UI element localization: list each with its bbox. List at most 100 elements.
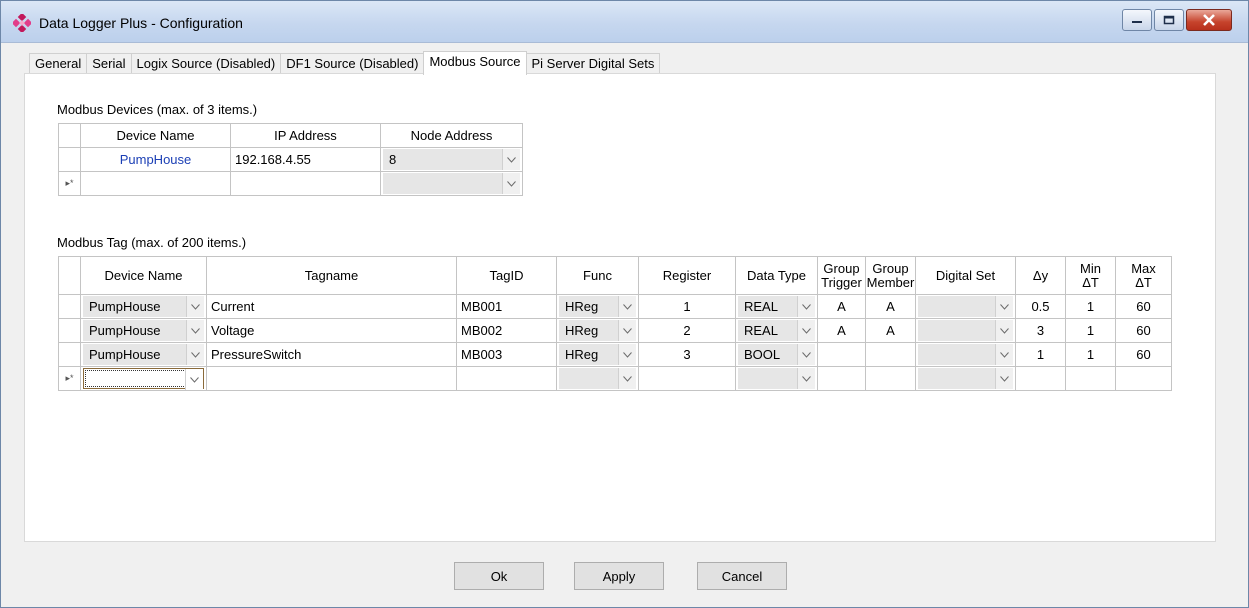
node-address-dropdown[interactable]: 8 [383, 149, 520, 170]
chevron-down-icon[interactable] [995, 368, 1013, 389]
device-name-cell[interactable] [80, 171, 231, 196]
max-dt-cell[interactable]: 60 [1115, 318, 1172, 343]
chevron-down-icon[interactable] [618, 368, 636, 389]
device-name-dropdown[interactable]: PumpHouse [83, 344, 204, 365]
new-row-marker[interactable]: ▸* [58, 366, 81, 391]
data-type-dropdown[interactable]: REAL [738, 320, 815, 341]
data-type-cell[interactable]: REAL [735, 294, 818, 319]
ip-address-cell[interactable]: 192.168.4.55 [230, 147, 381, 172]
device-name-dropdown[interactable] [83, 368, 204, 390]
data-type-cell[interactable]: BOOL [735, 342, 818, 367]
min-dt-cell[interactable] [1065, 366, 1116, 391]
chevron-down-icon[interactable] [186, 344, 204, 365]
data-type-cell[interactable] [735, 366, 818, 391]
device-name-cell[interactable] [80, 366, 207, 391]
digital-set-cell[interactable] [915, 318, 1016, 343]
digital-set-dropdown[interactable] [918, 296, 1013, 317]
chevron-down-icon[interactable] [797, 296, 815, 317]
tagid-cell[interactable]: MB003 [456, 342, 557, 367]
group-member-cell[interactable] [865, 342, 916, 367]
tab-df1-source[interactable]: DF1 Source (Disabled) [280, 53, 425, 75]
row-selector[interactable] [58, 318, 81, 343]
chevron-down-icon[interactable] [185, 369, 203, 390]
delta-y-cell[interactable] [1015, 366, 1066, 391]
device-name-cell[interactable]: PumpHouse [80, 318, 207, 343]
chevron-down-icon[interactable] [618, 320, 636, 341]
row-selector[interactable] [58, 294, 81, 319]
node-address-cell[interactable] [380, 171, 523, 196]
delta-y-cell[interactable]: 3 [1015, 318, 1066, 343]
group-member-cell[interactable]: A [865, 294, 916, 319]
data-type-cell[interactable]: REAL [735, 318, 818, 343]
tab-serial[interactable]: Serial [86, 53, 132, 75]
tagname-cell[interactable]: Voltage [206, 318, 457, 343]
chevron-down-icon[interactable] [502, 149, 520, 170]
chevron-down-icon[interactable] [618, 344, 636, 365]
column-header-node-address[interactable]: Node Address [380, 123, 523, 148]
device-name-dropdown[interactable]: PumpHouse [83, 296, 204, 317]
delta-y-cell[interactable]: 1 [1015, 342, 1066, 367]
digital-set-cell[interactable] [915, 366, 1016, 391]
data-type-dropdown[interactable]: BOOL [738, 344, 815, 365]
chevron-down-icon[interactable] [186, 320, 204, 341]
new-row-marker[interactable]: ▸* [58, 171, 81, 196]
column-header-data-type[interactable]: Data Type [735, 256, 818, 295]
digital-set-dropdown[interactable] [918, 320, 1013, 341]
column-header-max-dt[interactable]: Max ΔT [1115, 256, 1172, 295]
column-header-ip-address[interactable]: IP Address [230, 123, 381, 148]
tab-modbus-source[interactable]: Modbus Source [423, 51, 527, 75]
register-cell[interactable]: 3 [638, 342, 736, 367]
close-button[interactable] [1186, 9, 1232, 31]
minimize-button[interactable] [1122, 9, 1152, 31]
column-header-tagname[interactable]: Tagname [206, 256, 457, 295]
tagname-cell[interactable]: Current [206, 294, 457, 319]
row-selector[interactable] [58, 147, 81, 172]
tagname-cell[interactable]: PressureSwitch [206, 342, 457, 367]
chevron-down-icon[interactable] [502, 173, 520, 194]
chevron-down-icon[interactable] [797, 368, 815, 389]
chevron-down-icon[interactable] [618, 296, 636, 317]
column-header-tagid[interactable]: TagID [456, 256, 557, 295]
tagid-cell[interactable] [456, 366, 557, 391]
tab-general[interactable]: General [29, 53, 88, 75]
column-header-register[interactable]: Register [638, 256, 736, 295]
column-header-device-name[interactable]: Device Name [80, 256, 207, 295]
column-header-delta-y[interactable]: Δy [1015, 256, 1066, 295]
chevron-down-icon[interactable] [995, 320, 1013, 341]
chevron-down-icon[interactable] [797, 344, 815, 365]
chevron-down-icon[interactable] [797, 320, 815, 341]
max-dt-cell[interactable]: 60 [1115, 294, 1172, 319]
column-header-group-member[interactable]: Group Member [865, 256, 916, 295]
chevron-down-icon[interactable] [995, 296, 1013, 317]
register-cell[interactable]: 2 [638, 318, 736, 343]
func-cell[interactable] [556, 366, 639, 391]
digital-set-dropdown[interactable] [918, 344, 1013, 365]
tab-pi-server-digital-sets[interactable]: Pi Server Digital Sets [525, 53, 661, 75]
apply-button[interactable]: Apply [574, 562, 664, 590]
group-trigger-cell[interactable]: A [817, 294, 866, 319]
delta-y-cell[interactable]: 0.5 [1015, 294, 1066, 319]
column-header-digital-set[interactable]: Digital Set [915, 256, 1016, 295]
chevron-down-icon[interactable] [186, 296, 204, 317]
column-header-device-name[interactable]: Device Name [80, 123, 231, 148]
register-cell[interactable]: 1 [638, 294, 736, 319]
maximize-button[interactable] [1154, 9, 1184, 31]
device-name-cell[interactable]: PumpHouse [80, 294, 207, 319]
register-cell[interactable] [638, 366, 736, 391]
group-member-cell[interactable] [865, 366, 916, 391]
tab-logix-source[interactable]: Logix Source (Disabled) [130, 53, 282, 75]
tagname-cell[interactable] [206, 366, 457, 391]
data-type-dropdown[interactable]: REAL [738, 296, 815, 317]
tagid-cell[interactable]: MB001 [456, 294, 557, 319]
group-trigger-cell[interactable]: A [817, 318, 866, 343]
device-name-cell[interactable]: PumpHouse [80, 342, 207, 367]
func-cell[interactable]: HReg [556, 342, 639, 367]
column-header-min-dt[interactable]: Min ΔT [1065, 256, 1116, 295]
min-dt-cell[interactable]: 1 [1065, 318, 1116, 343]
column-header-group-trigger[interactable]: Group Trigger [817, 256, 866, 295]
column-header-func[interactable]: Func [556, 256, 639, 295]
digital-set-cell[interactable] [915, 342, 1016, 367]
row-selector[interactable] [58, 342, 81, 367]
cancel-button[interactable]: Cancel [697, 562, 787, 590]
data-type-dropdown[interactable] [738, 368, 815, 389]
